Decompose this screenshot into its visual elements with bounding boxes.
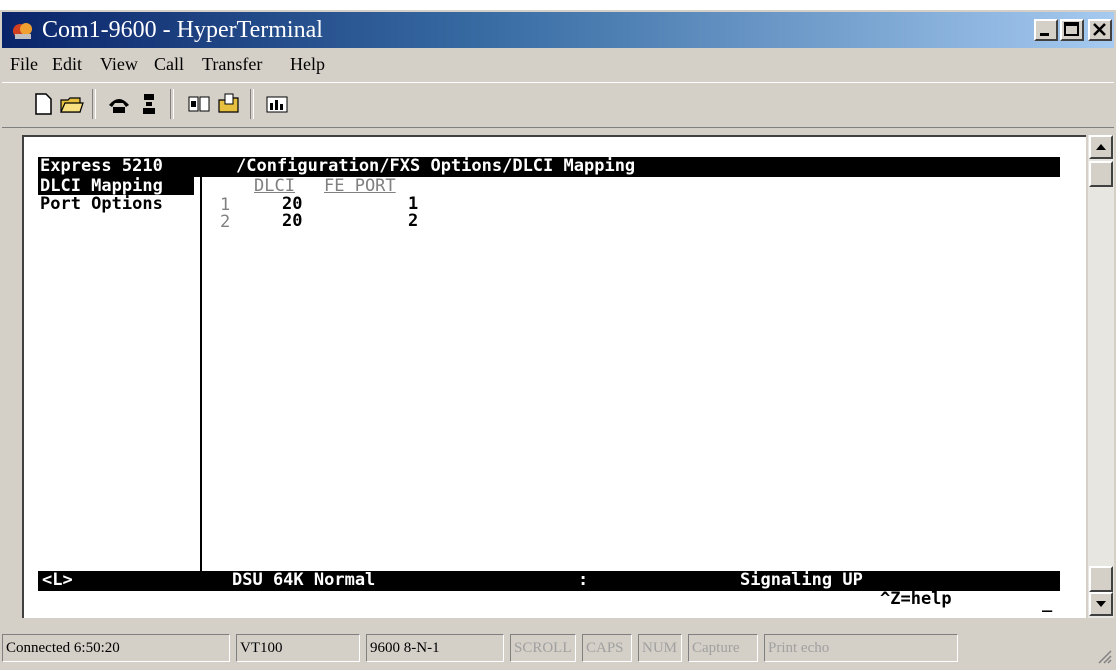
menu-help[interactable]: Help [290, 54, 325, 75]
column-header-fe-port: FE PORT [324, 176, 396, 196]
terminal-screen[interactable]: Express 5210 /Configuration/FXS Options/… [22, 135, 1086, 618]
menu-item-dlci-mapping[interactable]: DLCI Mapping [40, 176, 163, 196]
scroll-thumb-lower[interactable] [1089, 566, 1113, 592]
close-icon [1093, 23, 1106, 36]
open-icon[interactable] [58, 91, 84, 117]
row-index: 2 [220, 212, 231, 232]
menu-bar: File Edit View Call Transfer Help [2, 50, 1114, 80]
minimize-button[interactable] [1034, 19, 1058, 41]
menu-item-port-options[interactable]: Port Options [40, 194, 163, 214]
scroll-down-button[interactable] [1089, 592, 1113, 616]
status-num: NUM [638, 634, 682, 662]
status-capture: Capture [688, 634, 758, 662]
phone-connect-icon[interactable] [106, 91, 132, 117]
arrow-down-icon [1096, 601, 1106, 607]
hyperterminal-window: Com1-9600 - HyperTerminal File Edit View… [0, 10, 1116, 670]
row-dlci-value[interactable]: 20 [282, 211, 302, 231]
arrow-up-icon [1096, 144, 1106, 150]
scroll-thumb[interactable] [1089, 161, 1113, 187]
maximize-button[interactable] [1060, 19, 1084, 41]
row-fe-port-value[interactable]: 2 [408, 211, 418, 231]
status-signaling: Signaling UP [740, 570, 863, 590]
title-bar[interactable]: Com1-9600 - HyperTerminal [2, 12, 1114, 48]
left-menu-panel [200, 177, 202, 571]
status-emulation: VT100 [236, 634, 360, 662]
menu-edit[interactable]: Edit [52, 54, 82, 75]
status-line-indicator: <L> [42, 570, 73, 590]
status-port-settings: 9600 8-N-1 [366, 634, 504, 662]
hyperterminal-app-icon [13, 23, 32, 39]
toolbar [2, 82, 1114, 128]
toolbar-separator [92, 89, 96, 119]
text-cursor: _ [1042, 593, 1053, 613]
menu-file[interactable]: File [10, 54, 38, 75]
status-scroll: SCROLL [510, 634, 576, 662]
new-icon[interactable] [30, 91, 56, 117]
header-path: /Configuration/FXS Options/DLCI Mapping [236, 156, 636, 176]
status-connected: Connected 6:50:20 [2, 634, 230, 662]
status-caps: CAPS [582, 634, 632, 662]
status-dsu-mode: DSU 64K Normal [232, 570, 376, 590]
status-bar: Connected 6:50:20 VT100 9600 8-N-1 SCROL… [2, 630, 1114, 668]
status-separator: : [578, 570, 589, 590]
properties-icon[interactable] [264, 91, 290, 117]
scroll-up-button[interactable] [1089, 135, 1113, 159]
status-print-echo: Print echo [764, 634, 958, 662]
close-button[interactable] [1088, 19, 1112, 41]
help-hint: ^Z=help [880, 589, 952, 609]
vertical-scrollbar[interactable] [1088, 135, 1114, 618]
header-product: Express 5210 [40, 156, 163, 176]
receive-icon[interactable] [216, 91, 242, 117]
menu-view[interactable]: View [100, 54, 138, 75]
send-icon[interactable] [186, 91, 212, 117]
phone-disconnect-icon[interactable] [136, 91, 162, 117]
menu-call[interactable]: Call [154, 54, 184, 75]
terminal-status-bar [38, 571, 1060, 591]
minimize-icon [1040, 33, 1049, 36]
maximize-icon [1064, 22, 1079, 36]
window-title: Com1-9600 - HyperTerminal [42, 17, 323, 43]
toolbar-separator [170, 89, 174, 119]
resize-grip-icon[interactable] [1096, 648, 1112, 664]
column-header-dlci: DLCI [254, 176, 295, 196]
toolbar-separator [250, 89, 254, 119]
menu-transfer[interactable]: Transfer [202, 54, 262, 75]
